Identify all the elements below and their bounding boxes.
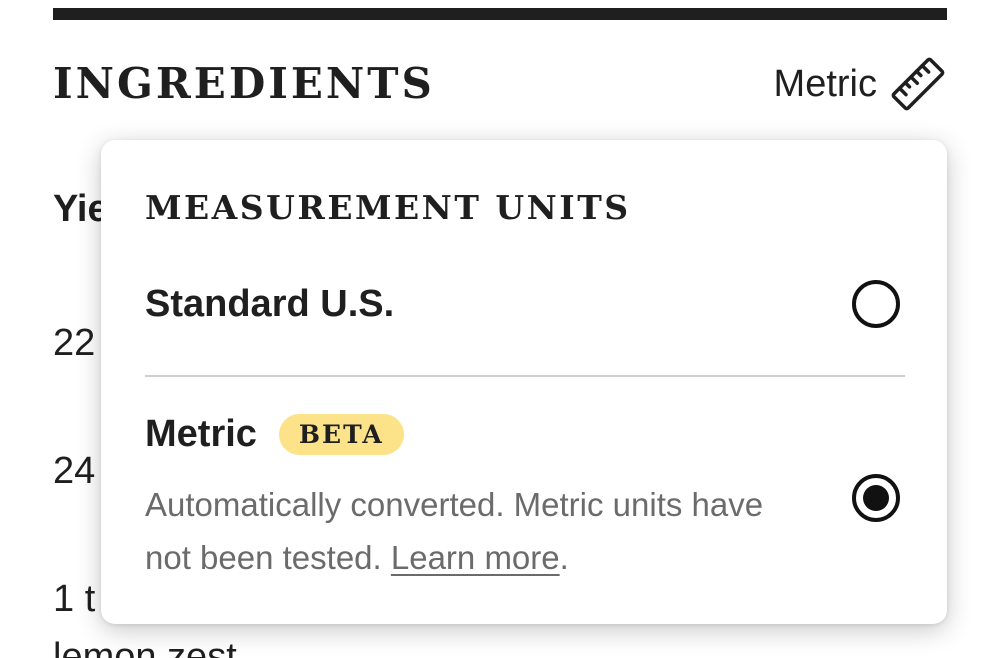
ingredient-row: 1 t xyxy=(53,578,96,620)
popover-title: MEASUREMENT UNITS xyxy=(145,188,631,227)
recipe-page: INGREDIENTS Metric Yie 22 24 1 t lemon z… xyxy=(0,0,1000,658)
metric-radio[interactable] xyxy=(852,474,900,522)
ruler-icon xyxy=(891,57,945,111)
metric-description: Automatically converted. Metric units ha… xyxy=(145,478,795,584)
units-toggle-button[interactable]: Metric xyxy=(774,54,947,114)
divider xyxy=(145,375,905,377)
standard-us-option[interactable]: Standard U.S. xyxy=(145,274,903,374)
units-toggle-label: Metric xyxy=(773,62,877,105)
ingredients-heading: INGREDIENTS xyxy=(53,59,435,108)
option-label: Standard U.S. xyxy=(145,283,395,325)
ingredient-row: 22 xyxy=(53,322,96,364)
ingredient-row: 24 xyxy=(53,450,96,492)
ingredient-row: lemon zest xyxy=(53,636,237,658)
beta-badge: BETA xyxy=(278,413,404,455)
learn-more-link[interactable]: Learn more xyxy=(391,539,560,576)
metric-option[interactable]: Metric BETA Automatically converted. Met… xyxy=(145,404,903,584)
option-label: Metric xyxy=(145,413,257,455)
top-rule xyxy=(53,8,947,20)
standard-us-radio[interactable] xyxy=(852,280,900,328)
measurement-units-popover: MEASUREMENT UNITS Standard U.S. Metric B… xyxy=(101,140,947,624)
metric-description-end: . xyxy=(559,539,569,576)
